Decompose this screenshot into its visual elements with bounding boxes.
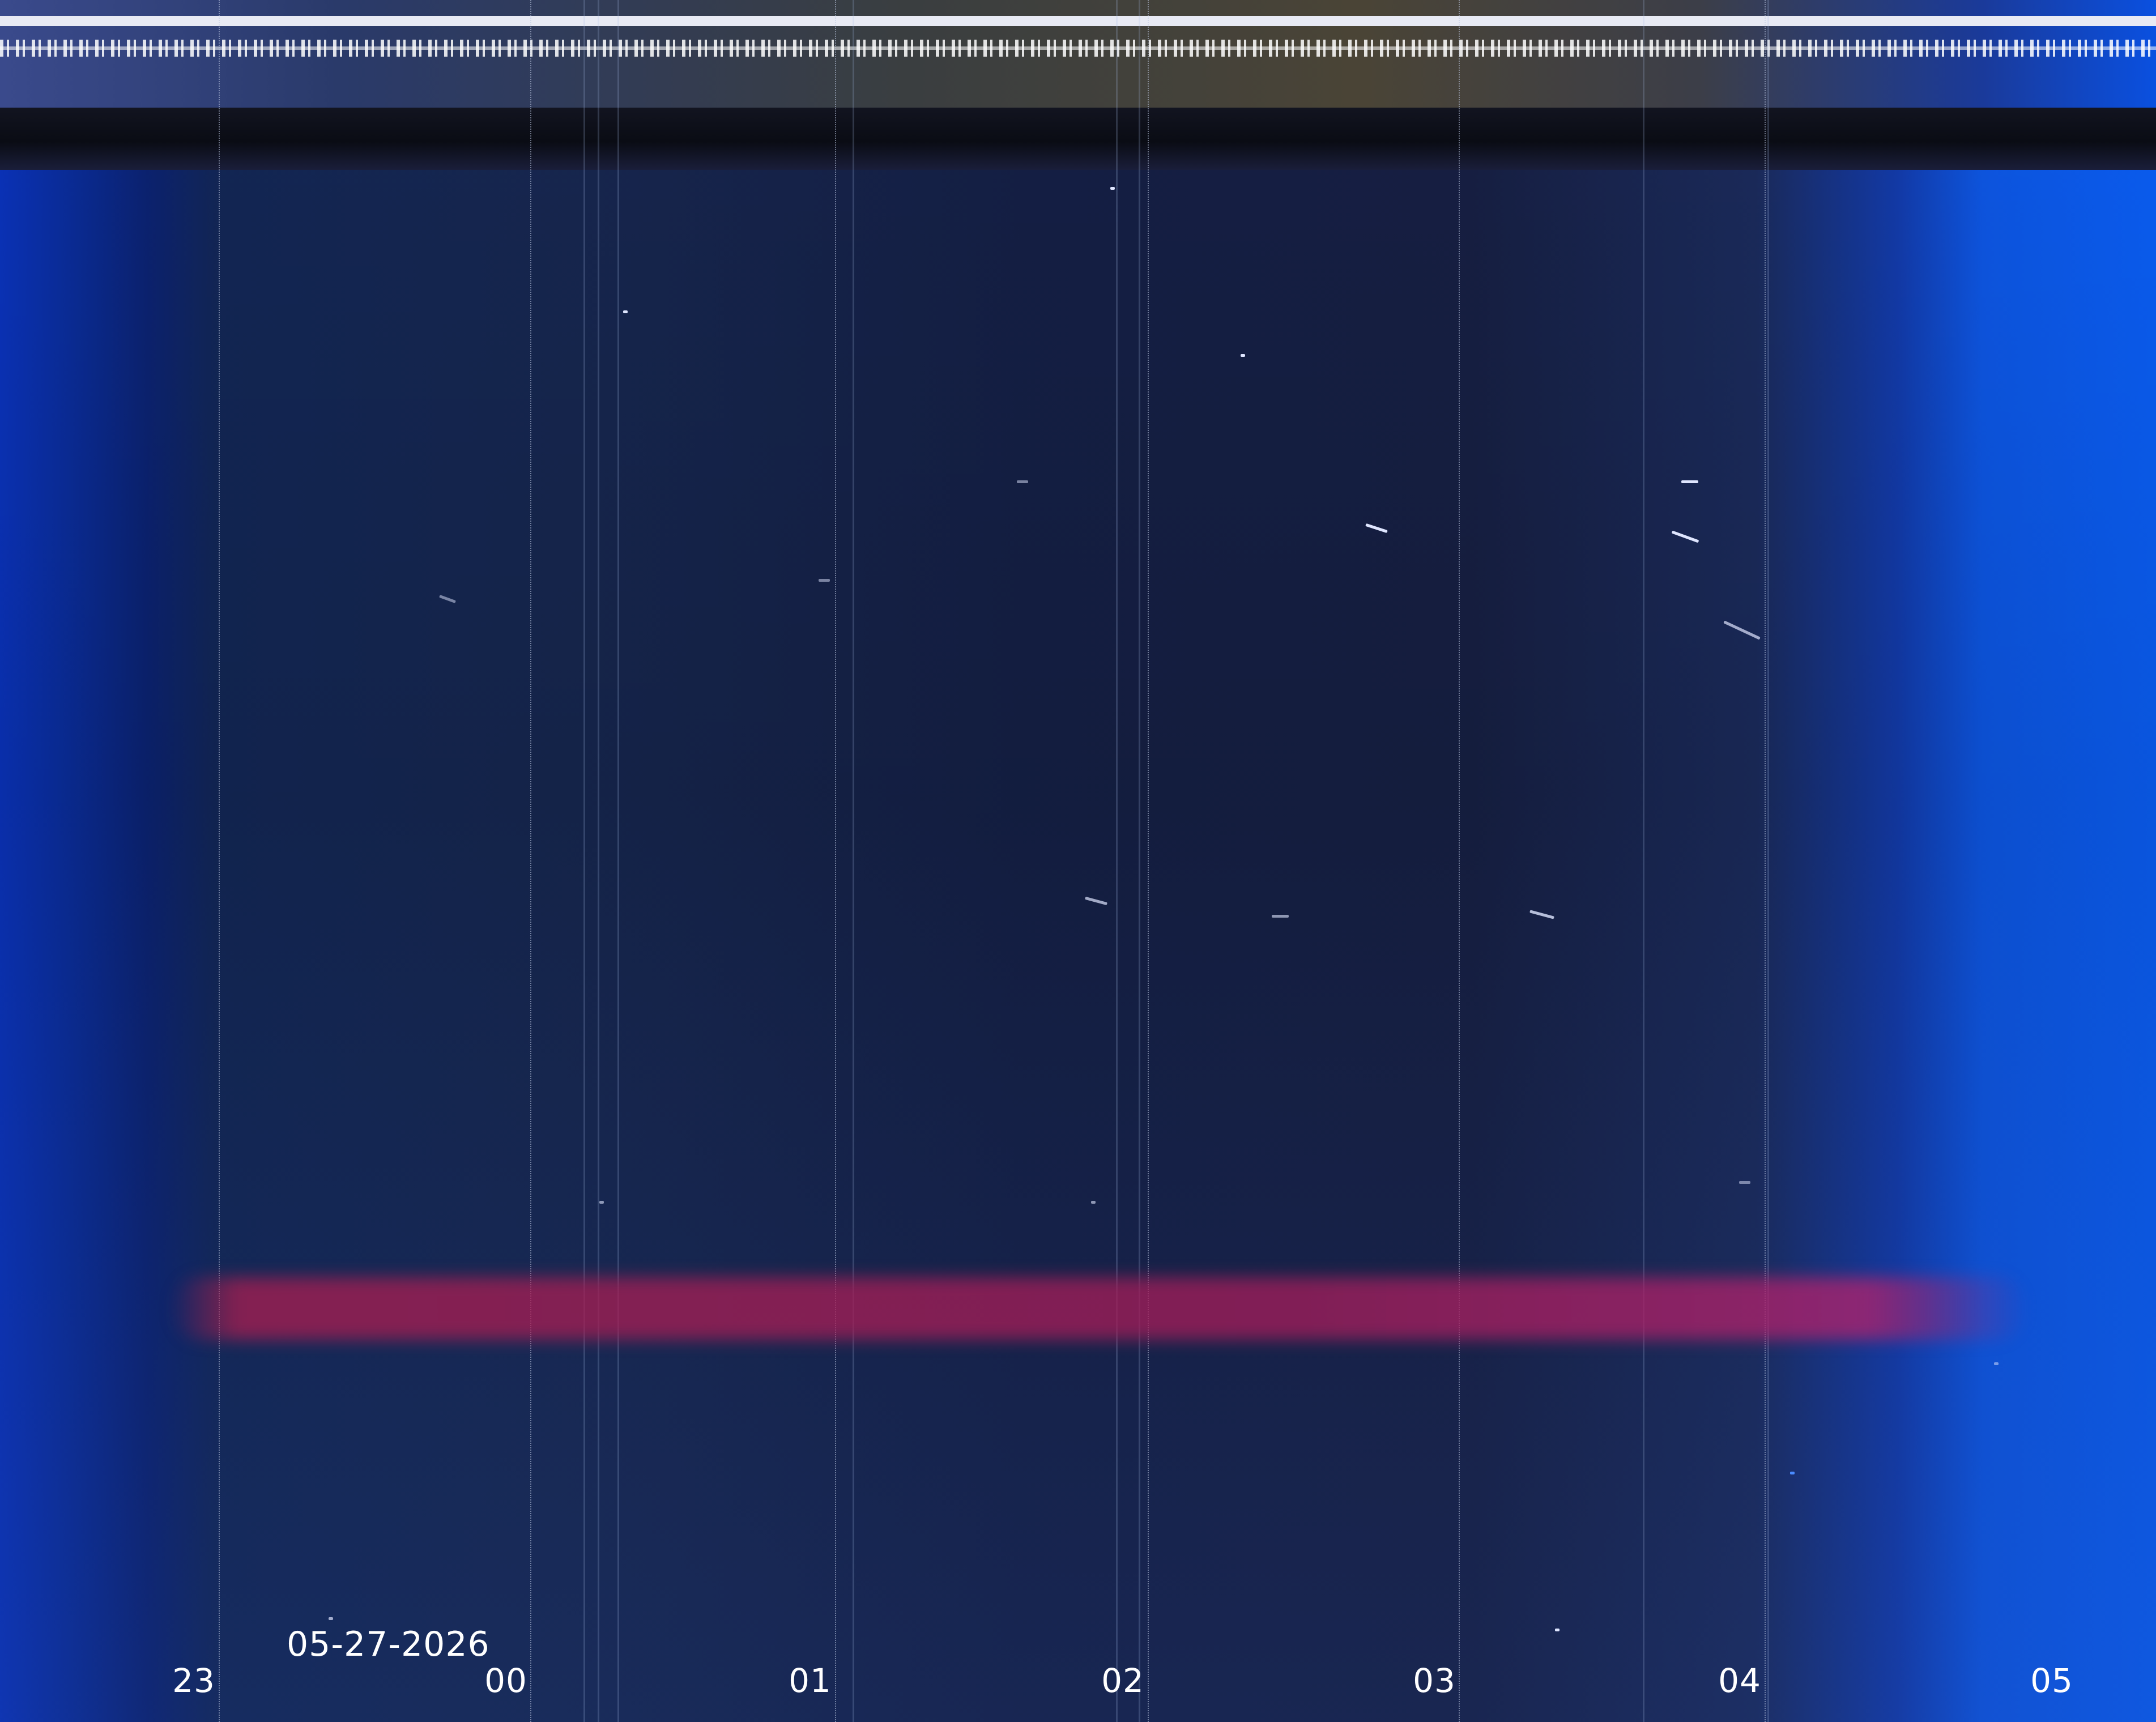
star-trail [1739, 1181, 1750, 1184]
hour-tick-label: 01 [789, 1661, 832, 1700]
star-trail [1110, 187, 1115, 190]
hour-gridline [1459, 0, 1460, 1722]
aurora-band [170, 1277, 2028, 1340]
keogram-image: 05-27-2026 23 00 01 02 03 04 05 [0, 0, 2156, 1722]
hour-gridline [1148, 0, 1149, 1722]
vertical-streak [1116, 0, 1118, 1722]
header-bright-stripe [0, 16, 2156, 26]
vertical-streak [853, 0, 854, 1722]
header-noise-line [0, 46, 2156, 50]
star-trail [1994, 1362, 1999, 1365]
hour-tick-label: 23 [172, 1661, 215, 1700]
date-label: 05-27-2026 [287, 1625, 490, 1664]
star-trail [819, 579, 830, 582]
vertical-streak [1139, 0, 1140, 1722]
hour-gridline [530, 0, 531, 1722]
star-trail [1017, 480, 1028, 483]
hour-tick-label: 04 [1718, 1661, 1761, 1700]
star-trail [1241, 354, 1245, 357]
vertical-streak [617, 0, 619, 1722]
vertical-streak [598, 0, 599, 1722]
star-trail [329, 1617, 333, 1620]
star-trail [623, 310, 628, 313]
hour-gridline [1765, 0, 1766, 1722]
star-trail [599, 1201, 604, 1204]
star-trail [1790, 1472, 1795, 1474]
vertical-streak [1767, 0, 1769, 1722]
vertical-streak [1643, 0, 1644, 1722]
hour-gridline [219, 0, 220, 1722]
star-trail [1555, 1629, 1560, 1631]
hour-gridline [835, 0, 836, 1722]
hour-tick-label: 05 [2030, 1661, 2073, 1700]
vertical-streak [583, 0, 585, 1722]
hour-tick-label: 02 [1101, 1661, 1144, 1700]
star-trail [1091, 1201, 1096, 1204]
hour-tick-label: 03 [1413, 1661, 1456, 1700]
sky-gradient-overlay [0, 0, 2156, 1722]
star-trail [1272, 915, 1289, 918]
star-trail [1681, 480, 1698, 483]
hour-tick-label: 00 [484, 1661, 527, 1700]
